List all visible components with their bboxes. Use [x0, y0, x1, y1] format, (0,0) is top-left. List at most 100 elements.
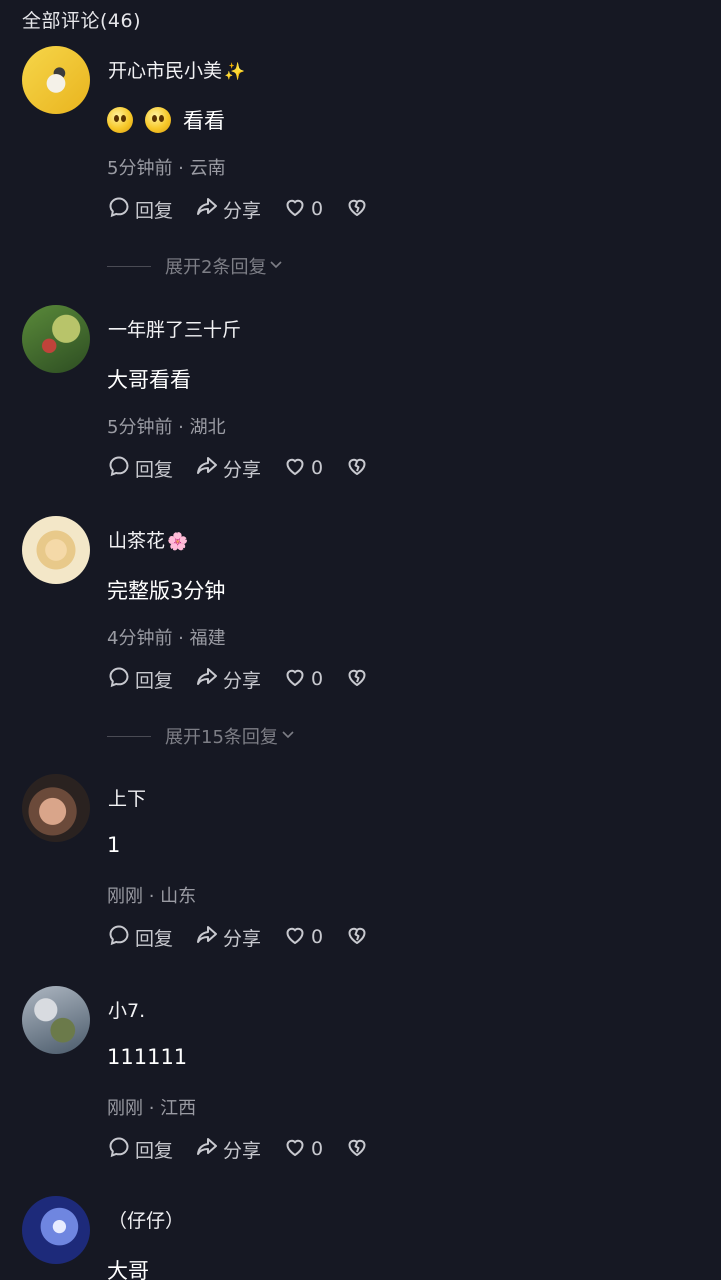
share-button[interactable]: 分享 [195, 454, 261, 483]
share-arrow-icon [195, 665, 223, 694]
comment-time: 刚刚 [107, 1098, 143, 1119]
dislike-button[interactable] [345, 454, 369, 483]
username-text[interactable]: （仔仔） [108, 1210, 184, 1232]
user-avatar[interactable] [22, 1196, 90, 1264]
comment-username[interactable]: （仔仔） [108, 1206, 184, 1233]
share-label: 分享 [223, 199, 262, 222]
reply-bubble-icon [107, 1135, 135, 1164]
comment-location: 江西 [160, 1098, 197, 1119]
like-count: 0 [311, 1138, 324, 1160]
meta-separator: · [143, 1098, 161, 1119]
broken-heart-icon [345, 1135, 369, 1164]
comment-location: 福建 [189, 628, 226, 649]
chevron-down-icon [266, 256, 284, 277]
comment-time: 5分钟前 [107, 417, 173, 438]
username-text[interactable]: 小7. [108, 1000, 145, 1022]
share-arrow-icon [195, 923, 223, 952]
like-button[interactable]: 0 [283, 195, 323, 224]
comments-page: 全部评论(46) 开心市民小美 ✨ 看看 5分钟前 · 云南 回复 分享 0 展开2条回复 一年… [0, 0, 721, 1280]
share-arrow-icon [195, 195, 223, 224]
comment-actions: 回复 分享 0 [107, 1136, 391, 1162]
reply-bubble-icon [107, 454, 135, 483]
comment-username[interactable]: 山茶花 🌸 [108, 526, 188, 553]
like-button[interactable]: 0 [283, 454, 323, 483]
comment-location: 湖北 [189, 417, 226, 438]
comment-username[interactable]: 上下 [108, 784, 146, 811]
reply-button[interactable]: 回复 [107, 195, 173, 224]
heart-icon [283, 923, 311, 952]
share-label: 分享 [223, 458, 262, 481]
username-badge-emoji: ✨ [224, 62, 246, 82]
dislike-button[interactable] [345, 923, 369, 952]
share-button[interactable]: 分享 [195, 195, 261, 224]
user-avatar[interactable] [22, 986, 90, 1054]
expand-replies-label: 展开2条回复 [165, 257, 267, 278]
comment-username[interactable]: 小7. [108, 996, 145, 1023]
comment-text: 111111 [107, 1045, 187, 1069]
comment-location: 云南 [189, 158, 226, 179]
share-arrow-icon [195, 1135, 223, 1164]
share-button[interactable]: 分享 [195, 923, 261, 952]
comment-time: 刚刚 [107, 886, 143, 907]
comment-meta: 5分钟前 · 云南 [107, 154, 226, 180]
comment-text-content: 大哥看看 [107, 368, 191, 392]
comment-text: 1 [107, 833, 120, 857]
username-badge-emoji: 🌸 [167, 532, 189, 552]
comment-text-content: 111111 [107, 1045, 188, 1069]
user-avatar[interactable] [22, 774, 90, 842]
heart-icon [283, 195, 311, 224]
reply-bubble-icon [107, 195, 135, 224]
dislike-button[interactable] [345, 665, 369, 694]
reply-bubble-icon [107, 923, 135, 952]
user-avatar[interactable] [22, 516, 90, 584]
comment-text-content: 1 [107, 833, 121, 857]
username-text[interactable]: 上下 [108, 788, 146, 810]
share-button[interactable]: 分享 [195, 1135, 261, 1164]
like-button[interactable]: 0 [283, 923, 323, 952]
share-arrow-icon [195, 454, 223, 483]
expand-replies-button[interactable]: 展开15条回复 [107, 723, 296, 749]
username-text[interactable]: 一年胖了三十斤 [108, 319, 241, 341]
dislike-button[interactable] [345, 1135, 369, 1164]
share-label: 分享 [223, 1139, 262, 1162]
meta-separator: · [172, 417, 190, 438]
like-count: 0 [311, 457, 324, 479]
meta-separator: · [172, 628, 190, 649]
reply-button[interactable]: 回复 [107, 665, 173, 694]
comment-text: 大哥看看 [107, 364, 191, 394]
like-button[interactable]: 0 [283, 1135, 323, 1164]
comment-username[interactable]: 一年胖了三十斤 [108, 315, 241, 342]
broken-heart-icon [345, 454, 369, 483]
reply-button[interactable]: 回复 [107, 1135, 173, 1164]
like-count: 0 [311, 198, 324, 220]
comment-username[interactable]: 开心市民小美 ✨ [108, 56, 245, 83]
dislike-button[interactable] [345, 195, 369, 224]
expand-replies-button[interactable]: 展开2条回复 [107, 253, 284, 279]
comment-time: 5分钟前 [107, 158, 173, 179]
surprised-emoji-icon [145, 107, 171, 133]
share-button[interactable]: 分享 [195, 665, 261, 694]
reply-button[interactable]: 回复 [107, 923, 173, 952]
comment-text: 完整版3分钟 [107, 575, 225, 605]
reply-button[interactable]: 回复 [107, 454, 173, 483]
share-label: 分享 [223, 927, 262, 950]
comment-text-content: 完整版3分钟 [107, 579, 226, 603]
broken-heart-icon [345, 923, 369, 952]
comment-meta: 刚刚 · 江西 [107, 1094, 196, 1120]
username-text[interactable]: 山茶花 [108, 530, 165, 552]
reply-label: 回复 [135, 458, 174, 481]
reply-bubble-icon [107, 665, 135, 694]
comment-text-content: 看看 [183, 109, 225, 133]
heart-icon [283, 1135, 311, 1164]
comment-actions: 回复 分享 0 [107, 666, 391, 692]
username-text[interactable]: 开心市民小美 [108, 60, 222, 82]
user-avatar[interactable] [22, 305, 90, 373]
comment-actions: 回复 分享 0 [107, 196, 391, 222]
reply-label: 回复 [135, 927, 174, 950]
user-avatar[interactable] [22, 46, 90, 114]
expand-replies-label: 展开15条回复 [165, 727, 278, 748]
like-button[interactable]: 0 [283, 665, 323, 694]
reply-label: 回复 [135, 1139, 174, 1162]
comment-actions: 回复 分享 0 [107, 455, 391, 481]
comment-meta: 刚刚 · 山东 [107, 882, 196, 908]
